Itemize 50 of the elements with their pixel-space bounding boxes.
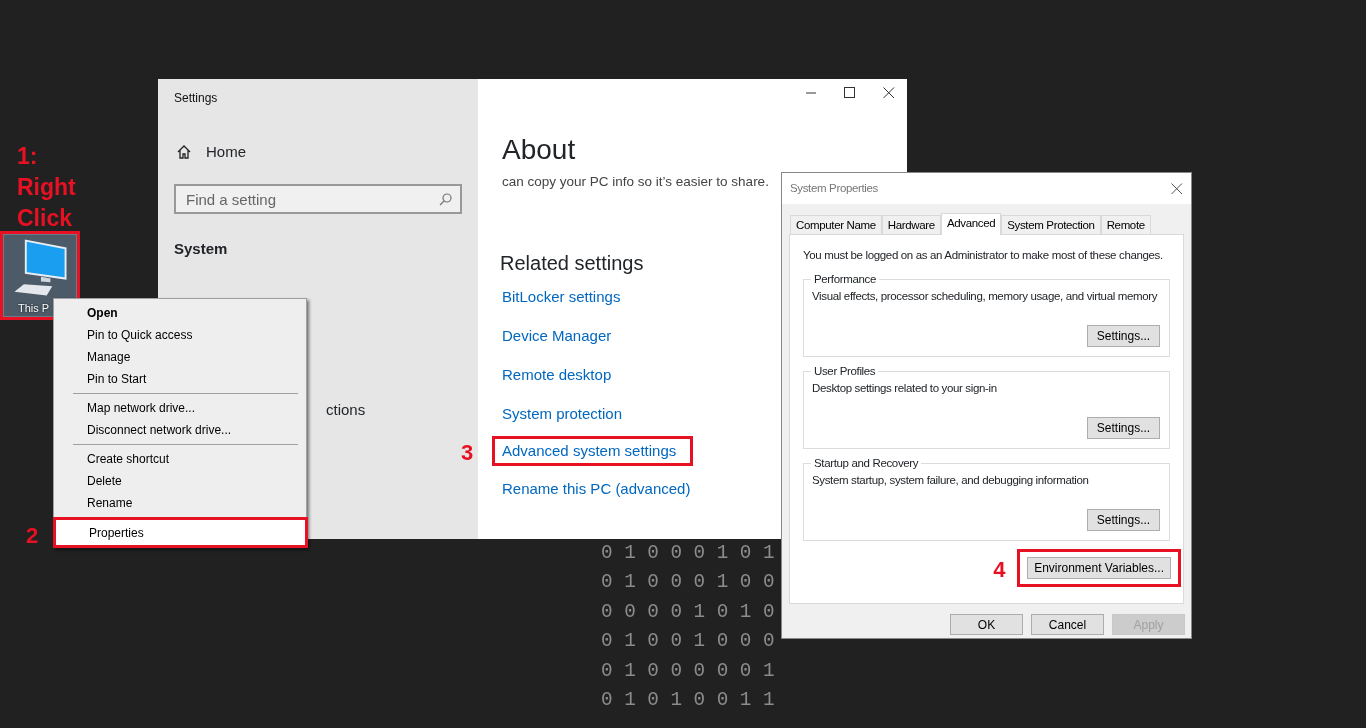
group-title: Startup and Recovery (811, 456, 922, 471)
dialog-button[interactable]: OK (950, 614, 1023, 635)
binary-digits: 0 1 0 0 0 0 0 1 (601, 658, 775, 684)
dialog-button[interactable]: Cancel (1031, 614, 1104, 635)
tab[interactable]: Remote (1100, 215, 1151, 234)
group-description: Desktop settings related to your sign-in (812, 381, 998, 397)
close-icon (1171, 182, 1183, 195)
close-icon (883, 87, 895, 99)
environment-variables-button[interactable]: Environment Variables... (1027, 557, 1171, 580)
settings-button[interactable]: Settings... (1087, 417, 1160, 440)
section-heading: System (174, 239, 229, 259)
window-title: Settings (174, 90, 219, 107)
home-item[interactable]: Home (174, 133, 462, 171)
menu-item[interactable]: Rename (54, 492, 306, 514)
binary-digits: 0 0 0 0 1 0 1 0 (601, 599, 775, 625)
tab[interactable]: Hardware (881, 215, 941, 234)
icon-label: This P (18, 300, 50, 316)
binary-digits: 0 1 0 0 1 0 0 0 (601, 629, 775, 655)
tab[interactable]: Advanced (940, 213, 1002, 235)
notice-text: You must be logged on as an Administrator to make most of these changes. (803, 248, 1164, 263)
desktop-icon[interactable]: This P (3, 234, 77, 317)
group-description: System startup, system failure, and debugging information (812, 473, 1090, 489)
tab[interactable]: Computer Name (790, 215, 882, 234)
group-description: Visual effects, processor scheduling, memory usage, and virtual memory (812, 289, 1159, 305)
menu-item[interactable]: Disconnect network drive... (54, 419, 306, 441)
description-text: can copy your PC info so it’s easier to share. (502, 172, 769, 191)
binary-digits: 0 1 0 0 0 1 0 0 (601, 570, 775, 596)
page-heading: About (502, 135, 576, 166)
maximize-icon (844, 87, 855, 98)
step-label: 3 (461, 442, 474, 465)
menu-item[interactable]: Pin to Quick access (54, 324, 306, 346)
tab[interactable]: System Protection (1001, 215, 1101, 234)
binary-digits: 0 1 0 0 0 1 0 1 (601, 541, 775, 566)
settings-link[interactable]: Advanced system settings (502, 439, 677, 463)
menu-item[interactable]: Delete (54, 470, 306, 492)
step-label: 4 (993, 559, 1006, 582)
dialog-title: System Properties (790, 180, 878, 196)
settings-button[interactable]: Settings... (1087, 509, 1160, 532)
binary-digits: 0 1 0 1 0 0 1 1 (601, 688, 775, 714)
menu-item[interactable]: Properties (56, 520, 305, 545)
home-icon (176, 144, 192, 160)
step-label: 1: Right Click (17, 142, 77, 233)
search-icon (438, 192, 452, 206)
step-label: 2 (26, 525, 39, 547)
settings-button[interactable]: Settings... (1087, 325, 1160, 348)
menu-item[interactable]: Manage (54, 346, 306, 368)
search-field[interactable]: Find a setting (174, 184, 462, 214)
menu-item[interactable]: Pin to Start (54, 368, 306, 390)
section-heading: Related settings (500, 251, 644, 277)
sidebar-item[interactable]: ctions (326, 398, 366, 421)
